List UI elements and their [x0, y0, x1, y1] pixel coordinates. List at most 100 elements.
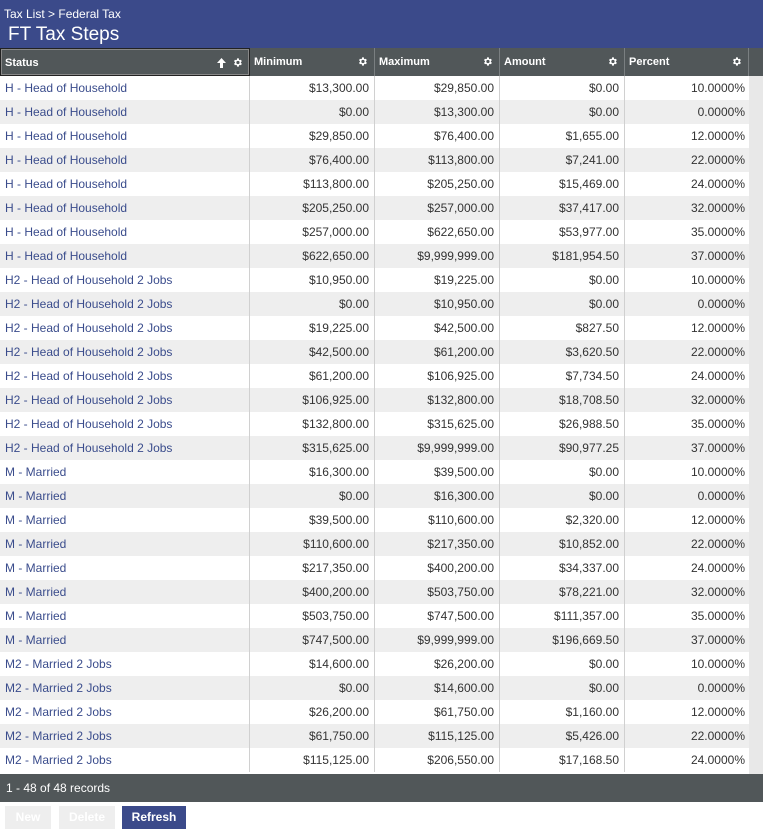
table-row[interactable]: H - Head of Household $622,650.00 $9,999,9… [0, 244, 749, 268]
minimum-cell: $76,400.00 [250, 148, 375, 172]
minimum-cell: $10,950.00 [250, 268, 375, 292]
status-cell[interactable]: H2 - Head of Household 2 Jobs [0, 364, 250, 388]
maximum-cell: $19,225.00 [375, 268, 500, 292]
maximum-cell: $9,999,999.00 [375, 628, 500, 652]
minimum-cell: $400,200.00 [250, 580, 375, 604]
table-row[interactable]: H2 - Head of Household 2 Jobs $10,950.00 $… [0, 268, 749, 292]
gear-icon[interactable] [607, 56, 618, 67]
table-row[interactable]: H2 - Head of Household 2 Jobs $106,925.00… [0, 388, 749, 412]
column-header-status[interactable]: Status [0, 48, 250, 76]
maximum-cell: $61,750.00 [375, 700, 500, 724]
status-cell[interactable]: M - Married [0, 460, 250, 484]
status-cell[interactable]: M2 - Married 2 Jobs [0, 724, 250, 748]
table-row[interactable]: H - Head of Household $76,400.00 $113,800.… [0, 148, 749, 172]
table-row[interactable]: H2 - Head of Household 2 Jobs $0.00 $10,95… [0, 292, 749, 316]
maximum-cell: $13,300.00 [375, 100, 500, 124]
table-row[interactable]: M - Married $400,200.00 $503,750.00 $78,221… [0, 580, 749, 604]
minimum-cell: $113,800.00 [250, 172, 375, 196]
status-cell[interactable]: M - Married [0, 580, 250, 604]
status-cell[interactable]: H2 - Head of Household 2 Jobs [0, 436, 250, 460]
table-row[interactable]: H - Head of Household $257,000.00 $622,650… [0, 220, 749, 244]
amount-cell: $1,160.00 [500, 700, 625, 724]
status-cell[interactable]: H - Head of Household [0, 76, 250, 100]
amount-cell: $0.00 [500, 268, 625, 292]
table-row[interactable]: H - Head of Household $13,300.00 $29,850.0… [0, 76, 749, 100]
delete-button[interactable]: Delete [59, 806, 115, 829]
status-cell[interactable]: M - Married [0, 628, 250, 652]
status-cell[interactable]: M - Married [0, 556, 250, 580]
status-cell[interactable]: H - Head of Household [0, 244, 250, 268]
table-row[interactable]: M - Married $110,600.00 $217,350.00 $10,852… [0, 532, 749, 556]
breadcrumb-link-tax-list[interactable]: Tax List [4, 7, 45, 21]
percent-cell: 37.0000% [690, 633, 745, 647]
status-cell[interactable]: H - Head of Household [0, 100, 250, 124]
status-cell[interactable]: H - Head of Household [0, 148, 250, 172]
table-row[interactable]: H - Head of Household $113,800.00 $205,250… [0, 172, 749, 196]
status-cell[interactable]: H - Head of Household [0, 172, 250, 196]
refresh-button[interactable]: Refresh [122, 806, 186, 829]
table-row[interactable]: H2 - Head of Household 2 Jobs $42,500.00 $… [0, 340, 749, 364]
amount-cell: $3,620.50 [500, 340, 625, 364]
percent-cell: 32.0000% [690, 585, 745, 599]
table-row[interactable]: H2 - Head of Household 2 Jobs $132,800.00… [0, 412, 749, 436]
table-row[interactable]: H - Head of Household $205,250.00 $257,000… [0, 196, 749, 220]
table-row[interactable]: M2 - Married 2 Jobs $115,125.00 $206,550.0… [0, 748, 749, 772]
gear-icon[interactable] [357, 56, 368, 67]
table-row[interactable]: H - Head of Household $0.00 $13,300.00 $0.0… [0, 100, 749, 124]
status-cell[interactable]: H2 - Head of Household 2 Jobs [0, 412, 250, 436]
table-row[interactable]: M - Married $217,350.00 $400,200.00 $34,337… [0, 556, 749, 580]
column-header-maximum[interactable]: Maximum [375, 48, 500, 76]
percent-cell: 24.0000% [690, 369, 745, 383]
maximum-cell: $9,999,999.00 [375, 244, 500, 268]
status-cell[interactable]: M - Married [0, 484, 250, 508]
percent-cell: 10.0000% [690, 81, 745, 95]
table-row[interactable]: M - Married $503,750.00 $747,500.00 $111,35… [0, 604, 749, 628]
status-cell[interactable]: M2 - Married 2 Jobs [0, 700, 250, 724]
minimum-cell: $205,250.00 [250, 196, 375, 220]
status-cell[interactable]: M - Married [0, 508, 250, 532]
status-cell[interactable]: M2 - Married 2 Jobs [0, 652, 250, 676]
amount-cell: $34,337.00 [500, 556, 625, 580]
column-header-percent[interactable]: Percent [625, 48, 749, 76]
amount-cell: $0.00 [500, 652, 625, 676]
minimum-cell: $747,500.00 [250, 628, 375, 652]
status-cell[interactable]: H - Head of Household [0, 124, 250, 148]
status-cell[interactable]: M2 - Married 2 Jobs [0, 676, 250, 700]
status-cell[interactable]: M2 - Married 2 Jobs [0, 748, 250, 772]
table-row[interactable]: M - Married $747,500.00 $9,999,999.00 $196,… [0, 628, 749, 652]
status-cell[interactable]: H2 - Head of Household 2 Jobs [0, 340, 250, 364]
status-cell[interactable]: M - Married [0, 532, 250, 556]
maximum-cell: $14,600.00 [375, 676, 500, 700]
table-row[interactable]: M - Married $16,300.00 $39,500.00 $0.00 10.0… [0, 460, 749, 484]
sort-up-arrow-icon[interactable] [217, 58, 226, 68]
status-cell[interactable]: H - Head of Household [0, 220, 250, 244]
table-row[interactable]: H - Head of Household $29,850.00 $76,400.0… [0, 124, 749, 148]
column-header-amount[interactable]: Amount [500, 48, 625, 76]
table-row[interactable]: M - Married $0.00 $16,300.00 $0.00 0.0000% [0, 484, 749, 508]
new-button[interactable]: New [5, 806, 51, 829]
gear-icon[interactable] [731, 56, 742, 67]
table-row[interactable]: H2 - Head of Household 2 Jobs $61,200.00 $… [0, 364, 749, 388]
vertical-scrollbar[interactable] [749, 76, 763, 774]
table-row[interactable]: M - Married $39,500.00 $110,600.00 $2,320.0… [0, 508, 749, 532]
status-cell[interactable]: H - Head of Household [0, 196, 250, 220]
percent-cell: 37.0000% [690, 249, 745, 263]
gear-icon[interactable] [232, 57, 243, 68]
gear-icon[interactable] [482, 56, 493, 67]
status-cell[interactable]: H2 - Head of Household 2 Jobs [0, 292, 250, 316]
breadcrumb-separator: > [44, 7, 59, 21]
table-row[interactable]: M2 - Married 2 Jobs $61,750.00 $115,125.00… [0, 724, 749, 748]
column-header-minimum[interactable]: Minimum [250, 48, 375, 76]
table-row[interactable]: M2 - Married 2 Jobs $26,200.00 $61,750.00 $… [0, 700, 749, 724]
status-cell[interactable]: H2 - Head of Household 2 Jobs [0, 268, 250, 292]
amount-cell: $0.00 [500, 76, 625, 100]
percent-cell: 0.0000% [697, 297, 745, 311]
status-cell[interactable]: H2 - Head of Household 2 Jobs [0, 388, 250, 412]
status-cell[interactable]: H2 - Head of Household 2 Jobs [0, 316, 250, 340]
table-row[interactable]: H2 - Head of Household 2 Jobs $19,225.00 $… [0, 316, 749, 340]
status-cell[interactable]: M - Married [0, 604, 250, 628]
column-header-label: Maximum [379, 56, 430, 68]
table-row[interactable]: H2 - Head of Household 2 Jobs $315,625.00… [0, 436, 749, 460]
table-row[interactable]: M2 - Married 2 Jobs $14,600.00 $26,200.00 $… [0, 652, 749, 676]
table-row[interactable]: M2 - Married 2 Jobs $0.00 $14,600.00 $0.00 0… [0, 676, 749, 700]
